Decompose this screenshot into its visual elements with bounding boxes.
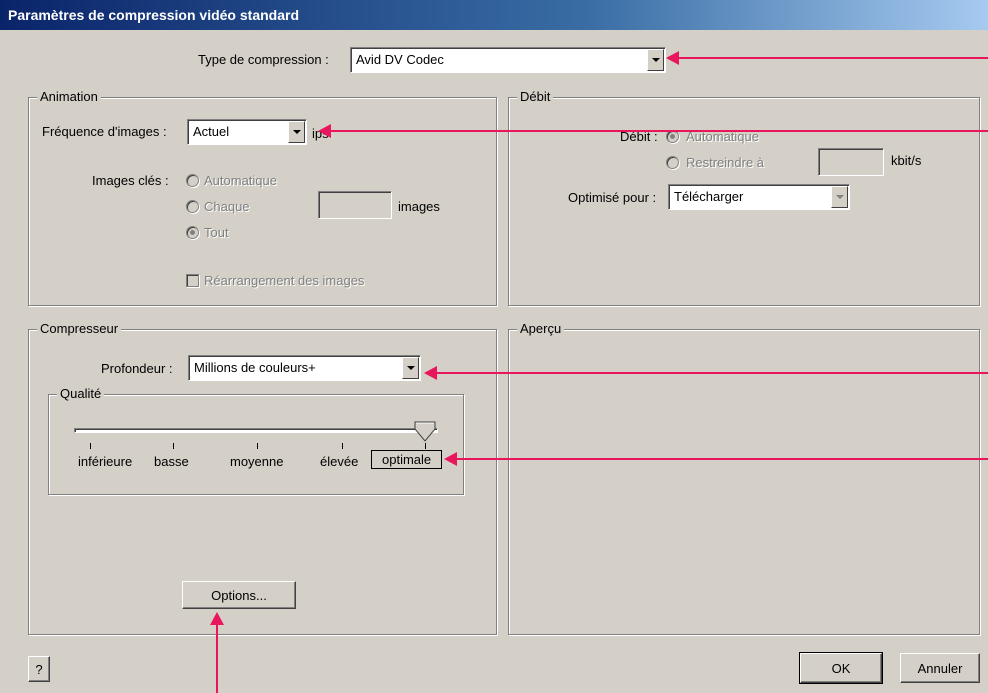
quality-slider-thumb[interactable] xyxy=(414,421,436,443)
compression-type-select[interactable]: Avid DV Codec xyxy=(350,47,666,73)
preview-group: Aperçu xyxy=(508,321,980,635)
quality-level-label: élevée xyxy=(320,454,359,469)
quality-group-title: Qualité xyxy=(57,386,105,402)
preview-group-title: Aperçu xyxy=(517,321,565,337)
depth-select[interactable]: Millions de couleurs+ xyxy=(188,355,421,381)
window-title: Paramètres de compression vidéo standard xyxy=(0,0,988,30)
compression-settings-dialog: Paramètres de compression vidéo standard… xyxy=(0,0,988,693)
quality-tick xyxy=(425,443,426,449)
annotation-arrow-line xyxy=(456,458,988,460)
quality-tick xyxy=(90,443,91,449)
quality-tick xyxy=(257,443,258,449)
cancel-button[interactable]: Annuler xyxy=(900,653,980,683)
keyframes-every-radio[interactable] xyxy=(186,200,199,213)
compressor-group-title: Compresseur xyxy=(37,321,122,337)
animation-group-title: Animation xyxy=(37,89,101,105)
depth-label: Profondeur : xyxy=(101,361,173,376)
quality-slider-track[interactable] xyxy=(74,428,438,433)
quality-tick xyxy=(342,443,343,449)
annotation-arrowhead xyxy=(444,452,457,466)
annotation-arrow-line xyxy=(436,372,988,374)
quality-selected-label: optimale xyxy=(371,450,443,469)
annotation-arrowhead xyxy=(666,51,679,65)
debit-restrict-radio[interactable] xyxy=(666,156,679,169)
frame-rate-select[interactable]: Actuel xyxy=(187,119,307,145)
debit-restrict-label: Restreindre à xyxy=(686,155,765,170)
annotation-arrow-line xyxy=(216,624,218,693)
frame-rate-label: Fréquence d'images : xyxy=(42,124,167,139)
debit-group-title: Débit xyxy=(517,89,554,105)
keyframes-every-unit: images xyxy=(398,199,440,214)
reorder-frames-checkbox[interactable] xyxy=(186,274,199,287)
chevron-down-icon[interactable] xyxy=(647,49,664,71)
ok-button[interactable]: OK xyxy=(799,652,883,684)
quality-level-label: inférieure xyxy=(78,454,133,469)
keyframes-all-label: Tout xyxy=(204,225,229,240)
chevron-down-icon[interactable] xyxy=(402,357,419,379)
optimize-label: Optimisé pour : xyxy=(568,190,657,205)
reorder-frames-label: Réarrangement des images xyxy=(204,273,365,288)
depth-value: Millions de couleurs+ xyxy=(194,360,316,375)
annotation-arrowhead xyxy=(210,612,224,625)
annotation-arrow-line xyxy=(330,130,988,132)
annotation-arrowhead xyxy=(318,124,331,138)
keyframes-auto-label: Automatique xyxy=(204,173,277,188)
help-button[interactable]: ? xyxy=(28,656,50,682)
chevron-down-icon[interactable] xyxy=(831,186,848,208)
compression-type-label: Type de compression : xyxy=(198,52,329,67)
keyframes-every-input[interactable] xyxy=(318,191,392,219)
keyframes-all-radio[interactable] xyxy=(186,226,199,239)
debit-restrict-input[interactable] xyxy=(818,148,884,176)
options-button[interactable]: Options... xyxy=(182,581,296,609)
keyframes-auto-radio[interactable] xyxy=(186,174,199,187)
optimize-value: Télécharger xyxy=(674,189,744,204)
debit-unit: kbit/s xyxy=(891,153,922,168)
quality-tick xyxy=(173,443,174,449)
quality-group: Qualité xyxy=(48,386,464,495)
chevron-down-icon[interactable] xyxy=(288,121,305,143)
annotation-arrow-line xyxy=(678,57,988,59)
keyframes-every-label: Chaque xyxy=(204,199,250,214)
frame-rate-value: Actuel xyxy=(193,124,230,139)
keyframes-label: Images clés : xyxy=(92,173,169,188)
optimize-select[interactable]: Télécharger xyxy=(668,184,850,210)
compression-type-value: Avid DV Codec xyxy=(356,52,444,67)
quality-level-label: basse xyxy=(154,454,189,469)
annotation-arrowhead xyxy=(424,366,437,380)
quality-level-label: moyenne xyxy=(230,454,284,469)
